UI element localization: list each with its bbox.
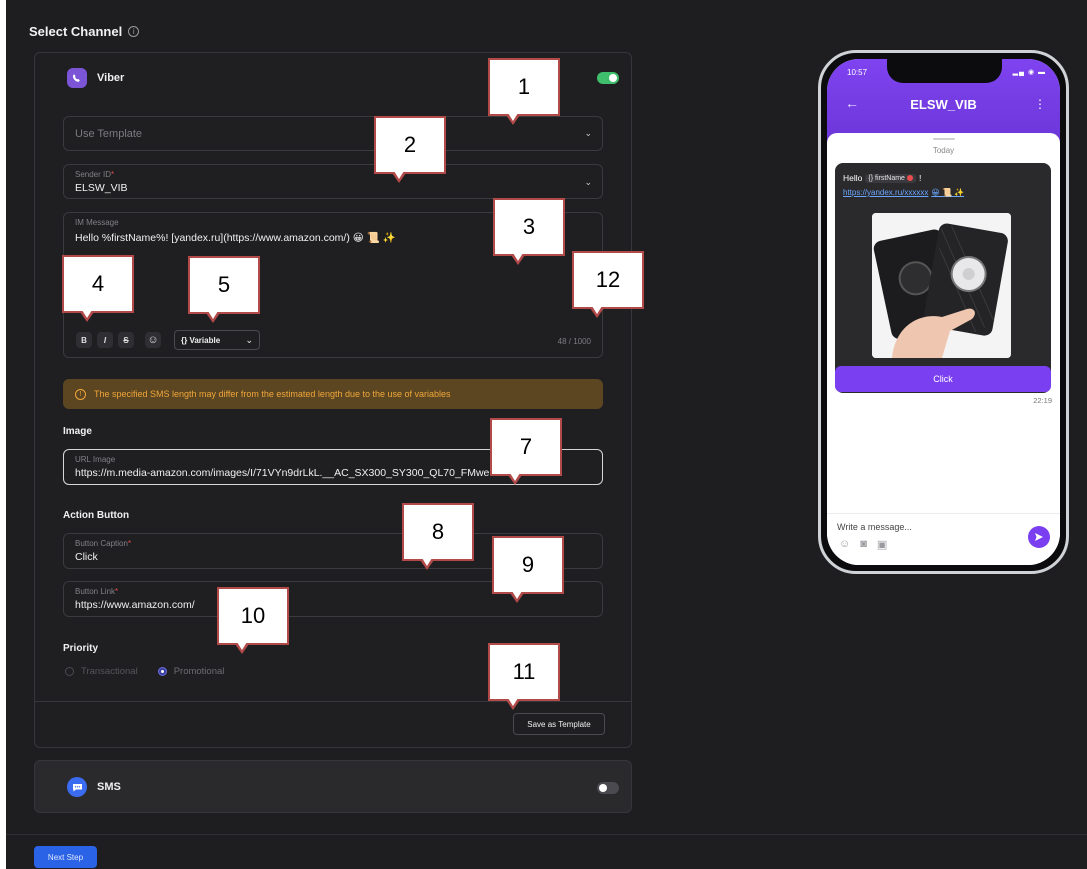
warning-text: The specified SMS length may differ from… <box>94 389 451 399</box>
im-message-label: IM Message <box>75 218 119 227</box>
message-composer[interactable]: Write a message... ☺ ◙ ▣ <box>827 513 1060 565</box>
button-caption-value: Click <box>75 551 98 563</box>
toggle-knob <box>599 784 607 792</box>
emoji-button-icon[interactable]: ☺ <box>145 332 161 348</box>
callout-9: 9 <box>492 536 564 603</box>
italic-button[interactable]: I <box>97 332 113 348</box>
remove-variable-icon <box>906 175 913 181</box>
footer-divider <box>6 834 1087 835</box>
sender-id-select[interactable]: Sender ID* ELSW_VIB ⌄ <box>63 164 603 199</box>
button-link-label: Button Link* <box>75 587 119 596</box>
callout-2: 2 <box>374 116 446 183</box>
action-button-section-title: Action Button <box>63 510 130 521</box>
variable-select-label: {} Variable <box>181 335 221 345</box>
chat-area: Today Hello {} firstName ! https://yande… <box>827 133 1060 513</box>
sms-toggle[interactable] <box>597 782 619 794</box>
priority-radio-group: Transactional Promotional <box>65 666 224 677</box>
page-title-text: Select Channel <box>29 24 123 39</box>
sender-id-value: ELSW_VIB <box>75 182 128 194</box>
gif-icon[interactable]: ▣ <box>877 538 887 551</box>
viber-toggle[interactable] <box>597 72 619 84</box>
sms-header: SMS <box>67 777 121 797</box>
radio-promotional[interactable]: Promotional <box>157 666 225 677</box>
sms-channel-panel[interactable]: SMS <box>34 760 632 813</box>
callout-10: 10 <box>217 587 289 654</box>
day-separator: Today <box>932 146 955 155</box>
callout-1: 1 <box>488 58 560 125</box>
use-template-placeholder: Use Template <box>75 128 143 140</box>
warning-icon: ! <box>75 388 86 400</box>
toggle-knob <box>609 74 617 82</box>
viber-header: Viber <box>67 68 124 88</box>
next-step-button[interactable]: Next Step <box>34 846 97 868</box>
chevron-down-icon: ⌄ <box>245 335 253 345</box>
sticker-icon[interactable]: ☺ <box>839 538 850 551</box>
radio-promotional-label: Promotional <box>173 666 225 677</box>
callout-7: 7 <box>490 418 562 485</box>
phone-clock: 10:57 <box>847 68 868 77</box>
variable-select[interactable]: {} Variable ⌄ <box>174 330 260 350</box>
character-counter: 48 / 1000 <box>557 337 591 346</box>
viber-label: Viber <box>97 72 125 84</box>
button-link-value: https://www.amazon.com/ <box>75 599 195 611</box>
button-caption-label: Button Caption* <box>75 539 132 548</box>
radio-dot <box>65 667 74 676</box>
send-icon[interactable] <box>1028 526 1050 548</box>
callout-3: 3 <box>493 198 565 265</box>
divider <box>35 701 631 702</box>
phone-preview: 10:57 ▂▄ ◉ ▬ ← ELSW_VIB ⋮ Today Hello {}… <box>818 50 1069 574</box>
callout-12: 12 <box>572 251 644 318</box>
sms-chat-icon <box>67 777 87 797</box>
radio-dot-selected <box>157 667 167 676</box>
image-section-title: Image <box>63 426 92 437</box>
message-timestamp: 22:19 <box>1033 396 1052 405</box>
callout-11: 11 <box>488 643 560 710</box>
sender-id-label: Sender ID* <box>75 170 115 179</box>
message-bubble: Hello {} firstName ! https://yandex.ru/x… <box>835 163 1051 393</box>
composer-placeholder: Write a message... <box>837 522 912 532</box>
chat-contact-name: ELSW_VIB <box>910 97 977 112</box>
save-as-template-button[interactable]: Save as Template <box>513 713 605 735</box>
message-greeting: Hello {} firstName ! <box>843 173 922 183</box>
url-image-value: https://m.media-amazon.com/images/I/71VY… <box>75 467 495 479</box>
product-image <box>872 213 1011 358</box>
im-message-value: Hello %firstName%! [yandex.ru](https://w… <box>75 232 396 244</box>
callout-8: 8 <box>402 503 474 570</box>
camera-icon[interactable]: ◙ <box>860 538 867 551</box>
radio-transactional[interactable]: Transactional <box>65 666 138 677</box>
priority-section-title: Priority <box>63 643 99 654</box>
page-title: Select Channel i <box>29 24 140 39</box>
app-frame: Select Channel i Viber Use Template ⌄ Se… <box>6 0 1087 869</box>
callout-5: 5 <box>188 256 260 323</box>
info-icon[interactable]: i <box>128 26 140 37</box>
sms-label: SMS <box>97 781 121 793</box>
phone-notch <box>887 59 1002 83</box>
composer-toolbar: ☺ ◙ ▣ <box>839 538 887 551</box>
variable-chip: {} firstName <box>865 173 916 183</box>
chevron-down-icon: ⌄ <box>584 128 592 138</box>
radio-transactional-label: Transactional <box>81 666 138 677</box>
viber-logo-icon <box>67 68 87 88</box>
drag-handle <box>933 138 955 140</box>
sms-length-warning: ! The specified SMS length may differ fr… <box>63 379 603 409</box>
url-image-label: URL Image <box>75 455 116 464</box>
more-vertical-icon[interactable]: ⋮ <box>1034 97 1046 111</box>
use-template-select[interactable]: Use Template ⌄ <box>63 116 603 151</box>
signal-battery-icon: ▂▄ ◉ ▬ <box>1012 69 1046 76</box>
phone-screen: 10:57 ▂▄ ◉ ▬ ← ELSW_VIB ⋮ Today Hello {}… <box>827 59 1060 565</box>
callout-4: 4 <box>62 255 134 322</box>
bold-button[interactable]: B <box>76 332 92 348</box>
chevron-down-icon: ⌄ <box>584 177 592 187</box>
strikethrough-button[interactable]: S <box>118 332 134 348</box>
message-link[interactable]: https://yandex.ru/xxxxxx 😀 📜 ✨ <box>843 188 964 197</box>
message-action-button[interactable]: Click <box>835 366 1051 392</box>
